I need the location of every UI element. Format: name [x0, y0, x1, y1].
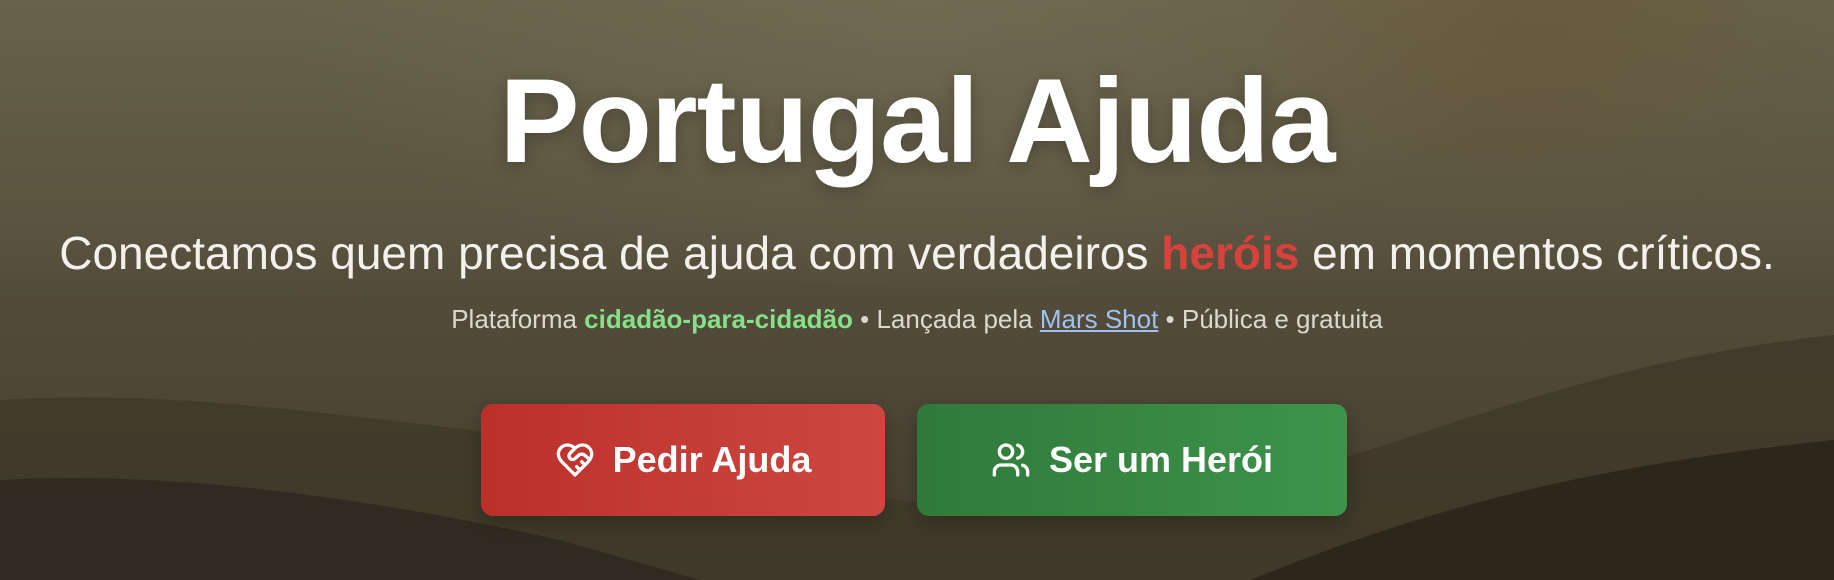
hero-content: Portugal Ajuda Conectamos quem precisa d…: [0, 0, 1834, 580]
hero-section: Portugal Ajuda Conectamos quem precisa d…: [0, 0, 1834, 580]
subtitle-text-start: Conectamos quem precisa de ajuda com ver…: [59, 227, 1162, 279]
request-help-button[interactable]: Pedir Ajuda: [481, 404, 885, 516]
meta-launched-by: • Lançada pela: [852, 304, 1040, 334]
subtitle-highlight: heróis: [1161, 227, 1300, 279]
become-hero-button[interactable]: Ser um Herói: [917, 404, 1347, 516]
users-icon: [991, 440, 1031, 480]
page-title: Portugal Ajuda: [499, 54, 1336, 188]
become-hero-label: Ser um Herói: [1048, 439, 1274, 480]
meta-platform-highlight: cidadão-para-cidadão: [584, 304, 853, 334]
mars-shot-link[interactable]: Mars Shot: [1040, 304, 1159, 334]
hero-meta: Plataforma cidadão-para-cidadão • Lançad…: [0, 303, 1834, 337]
hero-subtitle: Conectamos quem precisa de ajuda com ver…: [0, 226, 1834, 281]
hero-actions: Pedir Ajuda Ser um Herói: [0, 404, 1834, 516]
meta-platform: Plataforma: [451, 304, 585, 334]
subtitle-text-end: em momentos críticos.: [1299, 227, 1775, 279]
meta-public-free: • Pública e gratuita: [1158, 304, 1383, 334]
heart-handshake-icon: [555, 440, 595, 480]
request-help-label: Pedir Ajuda: [612, 439, 812, 480]
